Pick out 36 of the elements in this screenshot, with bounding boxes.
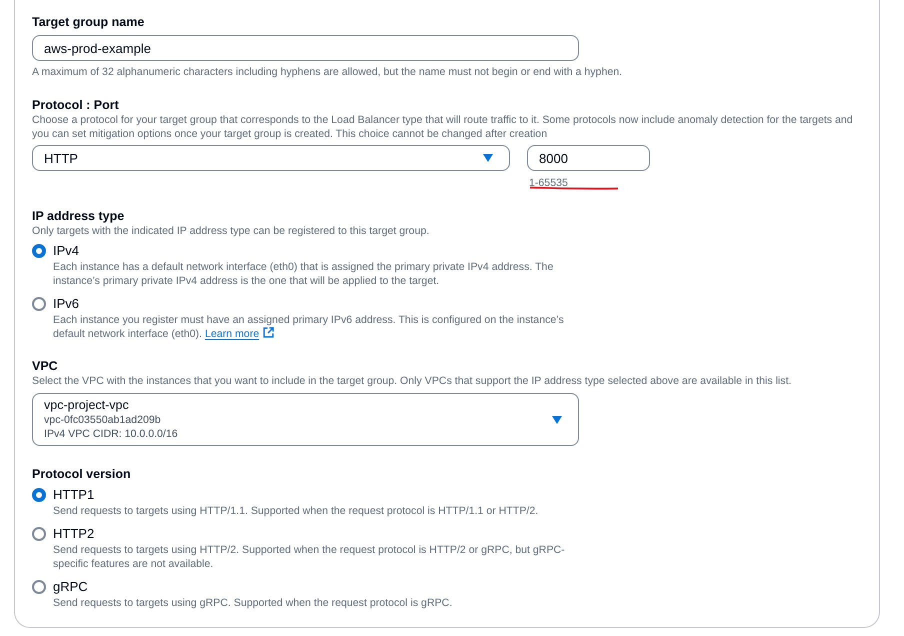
- external-link-icon: [263, 327, 274, 338]
- radio-button[interactable]: [32, 527, 46, 541]
- option-description: Send requests to targets using HTTP/2. Supported when the request protocol is HTTP/2 or gRPC, but gRPC-specific features are not available.: [53, 543, 566, 571]
- field-label: Target group name: [32, 14, 146, 30]
- option-description: Send requests to targets using HTTP/1.1. Supported when the request protocol is HTTP/1.1 or HTTP/2.: [53, 504, 540, 518]
- field-hint: A maximum of 32 alphanumeric characters including hyphens are allowed, but the name must not begin or end with a hyphen.: [32, 65, 624, 79]
- field-description: Choose a protocol for your target group that corresponds to the Load Balancer type that will route traffic to it. Some protocols now include anomaly detection for the targets and you can set mitigation options once your target group is created. This choice cannot be changed after creation: [32, 113, 854, 141]
- caret-down-icon: [552, 416, 562, 424]
- caret-down-icon: [483, 154, 493, 162]
- option-label[interactable]: IPv6: [53, 295, 80, 313]
- vpc-select[interactable]: vpc-project-vpc vpc-0fc03550ab1ad209b IPv4 VPC CIDR: 10.0.0.0/16: [32, 393, 579, 446]
- vpc-id: vpc-0fc03550ab1ad209b: [44, 413, 162, 427]
- option-label[interactable]: IPv4: [53, 242, 80, 260]
- option-description: Each instance has a default network interface (eth0) that is assigned the primary private IPv4 address. The instance’s primary private IPv4 address is the one that will be applied to the target.: [53, 260, 554, 288]
- option-label[interactable]: gRPC: [53, 578, 88, 596]
- option-label[interactable]: HTTP2: [53, 525, 94, 543]
- option-description: Send requests to targets using gRPC. Supported when the request protocol is gRPC.: [53, 596, 454, 610]
- field-label: VPC: [32, 358, 59, 374]
- option-label[interactable]: HTTP1: [53, 486, 94, 504]
- field-label: Protocol version: [32, 466, 132, 482]
- field-description: Select the VPC with the instances that you want to include in the target group. Only VPCs that support the IP address type selected above are available in this list.: [32, 374, 792, 388]
- radio-button[interactable]: [32, 580, 46, 594]
- vpc-name: vpc-project-vpc: [44, 398, 130, 413]
- radio-button[interactable]: [32, 297, 46, 311]
- vpc-cidr: IPv4 VPC CIDR: 10.0.0.0/16: [44, 427, 178, 441]
- protocol-select[interactable]: HTTP: [32, 145, 510, 171]
- learn-more-link[interactable]: Learn more: [204, 328, 274, 340]
- option-description: Each instance you register must have an assigned primary IPv6 address. This is configured on the instance’s default network interface (eth0). Learn more: [53, 313, 565, 341]
- port-input[interactable]: 8000: [527, 145, 650, 171]
- radio-button[interactable]: [32, 244, 46, 258]
- name-input[interactable]: aws-prod-example: [32, 35, 579, 61]
- port-range-hint: 1-65535: [529, 176, 569, 190]
- field-description: Only targets with the indicated IP address type can be registered to this target group.: [32, 224, 430, 238]
- field-label: Protocol : Port: [32, 97, 120, 113]
- field-label: IP address type: [32, 208, 126, 224]
- radio-button[interactable]: [32, 488, 46, 502]
